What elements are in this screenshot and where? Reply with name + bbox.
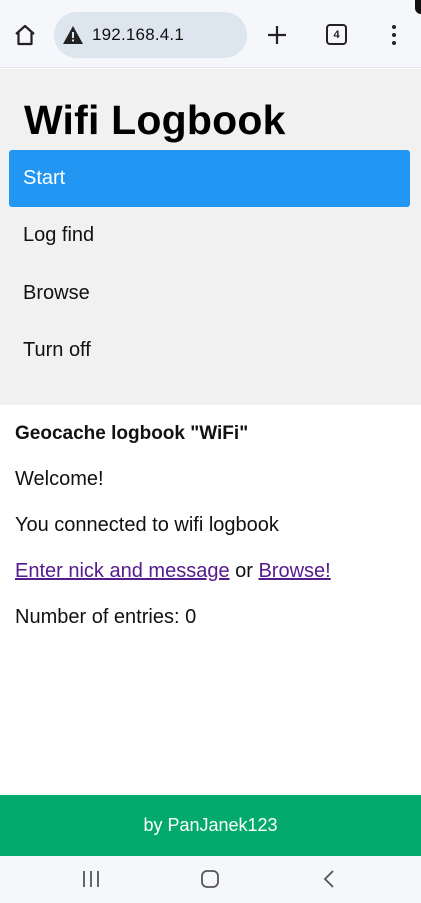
main-content: Geocache logbook "WiFi" Welcome! You con… [15, 422, 410, 629]
screen: 192.168.4.1 4 Wifi Logbook Start Log fin… [0, 0, 421, 903]
nav-item-start[interactable]: Start [9, 150, 410, 207]
system-nav-bar [0, 856, 421, 903]
address-bar[interactable]: 192.168.4.1 [54, 12, 247, 58]
browser-toolbar: 192.168.4.1 4 [0, 0, 421, 68]
site-header: Wifi Logbook Start Log find Browse Turn … [0, 69, 421, 405]
footer: by PanJanek123 [0, 795, 421, 856]
or-text: or [229, 560, 259, 582]
tab-switcher-button[interactable]: 4 [326, 24, 347, 45]
new-tab-icon[interactable] [264, 22, 290, 48]
nav-item-log-find[interactable]: Log find [9, 207, 410, 264]
recents-icon[interactable] [81, 868, 101, 890]
enter-nick-link[interactable]: Enter nick and message [15, 560, 230, 582]
nav-item-browse[interactable]: Browse [9, 265, 410, 322]
browse-link[interactable]: Browse! [258, 560, 330, 582]
action-links: Enter nick and message or Browse! [15, 559, 410, 583]
url-text: 192.168.4.1 [92, 25, 185, 44]
more-menu-icon[interactable] [384, 22, 404, 48]
connected-text: You connected to wifi logbook [15, 514, 279, 536]
back-icon[interactable] [320, 868, 338, 890]
content-heading: Geocache logbook "WiFi" [15, 423, 249, 444]
entries-count: Number of entries: 0 [15, 606, 197, 628]
welcome-text: Welcome! [15, 468, 104, 490]
warning-icon[interactable] [62, 24, 84, 46]
page-title: Wifi Logbook [24, 97, 286, 143]
footer-text: by PanJanek123 [143, 815, 278, 835]
home-nav-icon[interactable] [199, 868, 221, 890]
home-icon[interactable] [12, 22, 38, 48]
status-corner [415, 0, 421, 14]
nav-item-turn-off[interactable]: Turn off [9, 322, 410, 379]
